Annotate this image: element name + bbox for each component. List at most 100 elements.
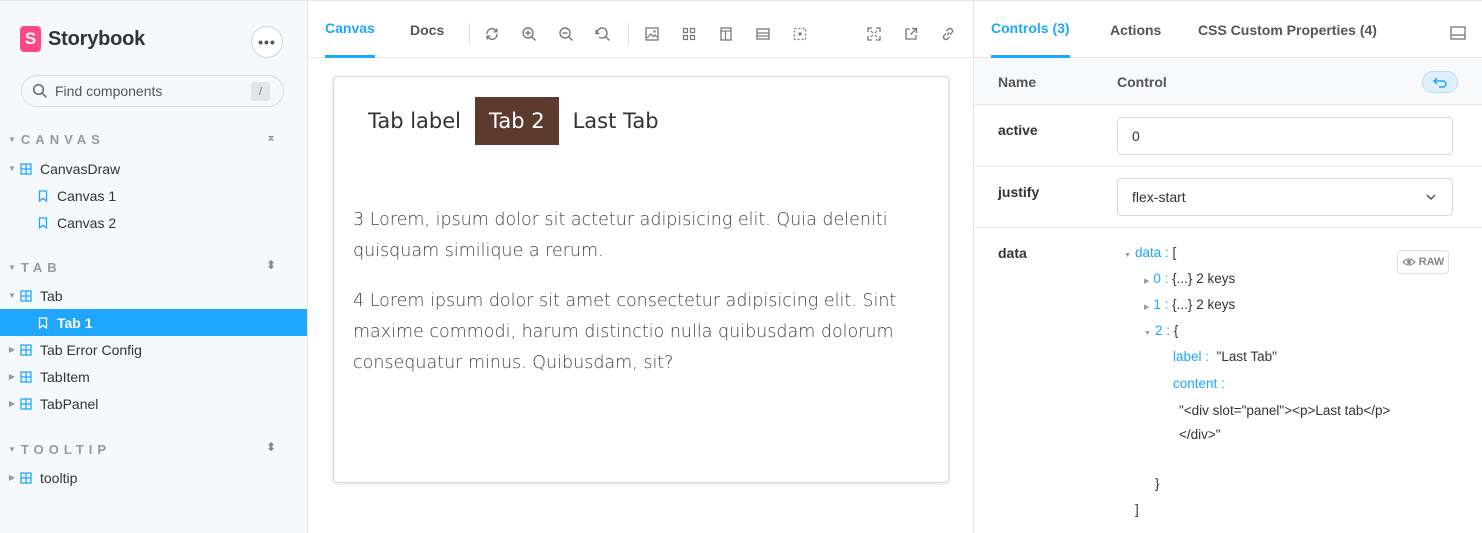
control-row-data: data RAW ▼ data : [ ▶ 0 : {...} 2 keys ▶ 1 … bbox=[974, 228, 1482, 533]
demo-tab-panel: 3 Lorem, ipsum dolor sit actetur adipisi… bbox=[353, 205, 923, 398]
demo-tabs: Tab label Tab 2 Last Tab bbox=[354, 97, 673, 145]
sidebar-item-label: Canvas 1 bbox=[57, 187, 117, 204]
sidebar-item-label: TabItem bbox=[40, 368, 90, 385]
json-key: label bbox=[1173, 349, 1202, 364]
tab-docs[interactable]: Docs bbox=[410, 1, 444, 58]
caret-right-icon: ▶ bbox=[8, 473, 16, 482]
json-root[interactable]: ▼ data : [ bbox=[1124, 245, 1176, 260]
caret-down-icon: ▼ bbox=[8, 262, 16, 272]
panel-orientation-icon[interactable] bbox=[1450, 26, 1466, 40]
reset-controls-button[interactable] bbox=[1422, 71, 1458, 93]
raw-json-button[interactable]: RAW bbox=[1397, 250, 1449, 274]
component-icon bbox=[20, 343, 32, 356]
json-key: 1 bbox=[1153, 297, 1161, 312]
toolbar-divider bbox=[469, 23, 470, 45]
demo-tab-last[interactable]: Last Tab bbox=[559, 97, 673, 145]
tab-controls[interactable]: Controls (3) bbox=[991, 1, 1070, 58]
json-item-2[interactable]: ▼ 2 : { bbox=[1144, 323, 1178, 338]
demo-tab-label[interactable]: Tab label bbox=[354, 97, 475, 145]
bookmark-icon bbox=[38, 316, 48, 329]
caret-right-icon: ▶ bbox=[1144, 304, 1150, 311]
tab-canvas[interactable]: Canvas bbox=[325, 1, 375, 58]
column-control: Control bbox=[1117, 74, 1167, 90]
json-item-0[interactable]: ▶ 0 : {...} 2 keys bbox=[1144, 271, 1235, 286]
open-new-tab-icon[interactable] bbox=[903, 26, 919, 42]
bookmark-icon bbox=[38, 216, 48, 229]
active-input[interactable]: 0 bbox=[1117, 117, 1453, 155]
sidebar-item-tooltip[interactable]: ▶ tooltip bbox=[0, 464, 307, 491]
json-bracket-close: } bbox=[1155, 476, 1160, 491]
sidebar-item-tab-1[interactable]: Tab 1 bbox=[0, 309, 307, 336]
caret-down-icon: ▼ bbox=[1144, 330, 1151, 337]
section-tab[interactable]: ▼ TAB ⬍ bbox=[8, 258, 298, 276]
section-title: TAB bbox=[20, 259, 62, 275]
caret-down-icon: ▼ bbox=[1124, 252, 1131, 259]
caret-down-icon: ▼ bbox=[8, 291, 16, 300]
tab-css-custom-properties[interactable]: CSS Custom Properties (4) bbox=[1198, 1, 1377, 58]
raw-label: RAW bbox=[1418, 256, 1445, 268]
json-key: data bbox=[1134, 245, 1162, 260]
caret-right-icon: ▶ bbox=[8, 399, 16, 408]
sidebar-item-canvas-1[interactable]: Canvas 1 bbox=[0, 182, 307, 209]
undo-icon bbox=[1432, 77, 1447, 88]
grid-icon[interactable] bbox=[681, 26, 697, 42]
sidebar-menu-button[interactable]: ••• bbox=[251, 26, 283, 58]
sidebar-item-canvasdraw[interactable]: ▼ CanvasDraw bbox=[0, 155, 307, 182]
sidebyside-icon[interactable] bbox=[755, 26, 771, 42]
controls-table-header: Name Control bbox=[974, 58, 1482, 105]
section-title: CANVAS bbox=[20, 131, 105, 147]
section-canvas[interactable]: ▼ CANVAS ⌅ bbox=[8, 130, 298, 148]
caret-right-icon: ▶ bbox=[8, 345, 16, 354]
json-key: content bbox=[1173, 376, 1218, 391]
outline-icon[interactable] bbox=[792, 26, 808, 42]
caret-down-icon: ▼ bbox=[8, 164, 16, 173]
story-preview: Tab label Tab 2 Last Tab 3 Lorem, ipsum … bbox=[333, 76, 949, 483]
json-bracket-close: ] bbox=[1135, 502, 1139, 517]
search-icon bbox=[32, 83, 47, 98]
search-input[interactable] bbox=[55, 76, 255, 106]
expand-icon[interactable]: ⬍ bbox=[266, 258, 276, 272]
component-icon bbox=[20, 471, 32, 484]
zoom-reset-icon[interactable] bbox=[595, 26, 611, 42]
json-content-value-line2[interactable]: </div>" bbox=[1179, 427, 1221, 442]
justify-select[interactable]: flex-start bbox=[1117, 178, 1453, 216]
sidebar-item-canvas-2[interactable]: Canvas 2 bbox=[0, 209, 307, 236]
sidebar: S Storybook ••• / ▼ CANVAS ⌅ ▼ CanvasDra… bbox=[0, 0, 307, 533]
sidebar-item-tabpanel[interactable]: ▶ TabPanel bbox=[0, 390, 307, 417]
collapse-icon[interactable]: ⌅ bbox=[266, 130, 276, 144]
background-icon[interactable] bbox=[644, 26, 660, 42]
viewport-icon[interactable] bbox=[718, 26, 734, 42]
prop-name: justify bbox=[998, 184, 1040, 200]
brand-name: Storybook bbox=[48, 27, 146, 50]
json-item-1[interactable]: ▶ 1 : {...} 2 keys bbox=[1144, 297, 1235, 312]
expand-icon[interactable]: ⬍ bbox=[266, 440, 276, 454]
json-summary: {...} 2 keys bbox=[1172, 271, 1236, 286]
json-field-content[interactable]: content : bbox=[1173, 376, 1225, 391]
link-icon[interactable] bbox=[940, 26, 956, 42]
json-content-value-line1[interactable]: "<div slot="panel"><p>Last tab</p> bbox=[1179, 403, 1390, 418]
sidebar-item-label: Tab bbox=[40, 287, 63, 304]
zoom-out-icon[interactable] bbox=[558, 26, 574, 42]
sidebar-item-tab[interactable]: ▼ Tab bbox=[0, 282, 307, 309]
sidebar-item-label: tooltip bbox=[40, 469, 78, 486]
json-field-label[interactable]: label : "Last Tab" bbox=[1173, 349, 1277, 364]
json-key: 0 bbox=[1153, 271, 1161, 286]
json-value: "Last Tab" bbox=[1216, 349, 1277, 364]
json-summary: {...} 2 keys bbox=[1172, 297, 1236, 312]
caret-right-icon: ▶ bbox=[1144, 278, 1150, 285]
brand[interactable]: S Storybook bbox=[20, 25, 145, 53]
fullscreen-icon[interactable] bbox=[866, 26, 882, 42]
section-tooltip[interactable]: ▼ TOOLTIP ⬍ bbox=[8, 440, 298, 458]
tab-actions[interactable]: Actions bbox=[1110, 1, 1161, 58]
sidebar-item-tabitem[interactable]: ▶ TabItem bbox=[0, 363, 307, 390]
caret-down-icon: ▼ bbox=[8, 134, 16, 144]
demo-tab-2[interactable]: Tab 2 bbox=[475, 97, 559, 145]
search-box[interactable]: / bbox=[21, 75, 284, 107]
zoom-in-icon[interactable] bbox=[521, 26, 537, 42]
reload-icon[interactable] bbox=[484, 26, 500, 42]
canvas-panel: Canvas Docs Tab label Tab 2 Last Tab 3 L… bbox=[307, 0, 974, 533]
section-title: TOOLTIP bbox=[20, 441, 112, 457]
canvas-toolbar: Canvas Docs bbox=[308, 1, 974, 58]
sidebar-item-tab-error-config[interactable]: ▶ Tab Error Config bbox=[0, 336, 307, 363]
sidebar-item-label: Tab 1 bbox=[57, 314, 93, 331]
